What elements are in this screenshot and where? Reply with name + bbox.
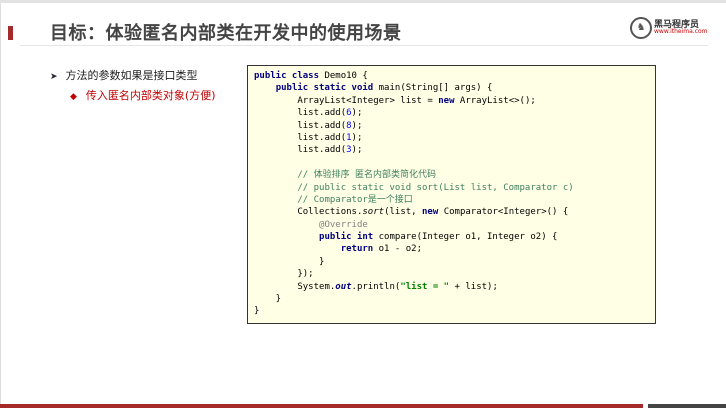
code-line: } — [254, 256, 655, 268]
bullet-level2: ◆ 传入匿名内部类对象(方便) — [70, 87, 216, 103]
code-token: list.add( — [254, 120, 347, 131]
code-token: compare(Integer o1, Integer o2) { — [378, 232, 558, 243]
left-edge — [0, 3, 1, 408]
code-block: public class Demo10 { public static void… — [247, 65, 656, 324]
code-token: o1 - o2; — [378, 244, 422, 255]
code-line: public static void main(String[] args) { — [254, 82, 655, 94]
code-token: new — [422, 207, 444, 218]
code-token: @Override — [254, 219, 368, 230]
code-line: list.add(1); — [254, 132, 655, 144]
code-line: list.add(3); — [254, 144, 655, 156]
code-token: main(String[] args) { — [378, 83, 493, 94]
itheima-logo: ♞ 黑马程序员 www.itheima.com — [630, 17, 710, 39]
code-token: .println( — [351, 281, 401, 292]
code-token: Comparator<Integer>() { — [443, 207, 569, 218]
code-token: list.add( — [254, 145, 347, 156]
code-token: out — [335, 281, 352, 292]
top-band — [0, 0, 726, 3]
code-line: public class Demo10 { — [254, 70, 655, 82]
code-token: ); — [351, 145, 363, 156]
code-token: Demo10 { — [324, 71, 368, 81]
code-token: public class — [254, 71, 325, 81]
code-token: new — [438, 95, 460, 106]
code-line: Collections.sort(list, new Comparator<In… — [254, 206, 655, 218]
code-line: } — [254, 293, 655, 305]
code-line: ArrayList<Integer> list = new ArrayList<… — [254, 95, 655, 107]
code-line: // Comparator是一个接口 — [254, 194, 655, 206]
code-token: (list, — [384, 207, 422, 218]
code-token: // 体验排序 匿名内部类简化代码 — [254, 170, 437, 181]
code-token: ); — [351, 108, 363, 119]
footer-gray-bar — [648, 404, 726, 408]
slide-title: 目标：体验匿名内部类在开发中的使用场景 — [50, 23, 402, 44]
bullet-text: 方法的参数如果是接口类型 — [65, 69, 198, 82]
code-token: ); — [351, 120, 363, 131]
code-token: return — [340, 244, 379, 255]
code-token: ArrayList<Integer> list = — [254, 95, 439, 106]
bullet-text: 传入匿名内部类对象(方便) — [85, 89, 216, 102]
code-token: }); — [254, 269, 314, 280]
code-line: }); — [254, 268, 655, 280]
title-accent-bar — [8, 26, 13, 40]
arrow-bullet-icon: ➤ — [50, 72, 58, 82]
code-token: } — [254, 306, 260, 317]
code-token: // public static void sort(List list, Co… — [254, 182, 574, 193]
code-token: public int — [319, 232, 379, 243]
code-token: list.add( — [254, 108, 347, 119]
bullet-level1: ➤ 方法的参数如果是接口类型 — [50, 67, 198, 83]
code-line: } — [254, 305, 655, 317]
code-token: System. — [254, 281, 336, 292]
logo-url: www.itheima.com — [654, 28, 708, 35]
footer-red-bar — [0, 404, 643, 408]
code-token: } — [254, 294, 282, 305]
code-line: // public static void sort(List list, Co… — [254, 182, 655, 194]
diamond-bullet-icon: ◆ — [70, 92, 77, 102]
code-token: } — [254, 256, 325, 267]
code-line: @Override — [254, 219, 655, 231]
code-line: // 体验排序 匿名内部类简化代码 — [254, 169, 655, 181]
code-token: ); — [351, 132, 363, 143]
code-line: list.add(8); — [254, 120, 655, 132]
code-token: sort — [362, 207, 385, 218]
logo-horse-icon: ♞ — [630, 17, 652, 39]
code-token: public static void — [275, 83, 379, 94]
code-token: "list = " — [400, 281, 450, 292]
title-divider — [20, 45, 708, 46]
code-token: Collections. — [254, 207, 363, 218]
code-token: // Comparator是一个接口 — [254, 194, 413, 205]
code-line: System.out.println("list = " + list); — [254, 281, 655, 293]
code-line: list.add(6); — [254, 107, 655, 119]
code-token: + list); — [449, 281, 498, 292]
code-line: return o1 - o2; — [254, 243, 655, 255]
code-token: list.add( — [254, 132, 347, 143]
code-line: public int compare(Integer o1, Integer o… — [254, 231, 655, 243]
code-token: ArrayList<>(); — [459, 95, 536, 106]
